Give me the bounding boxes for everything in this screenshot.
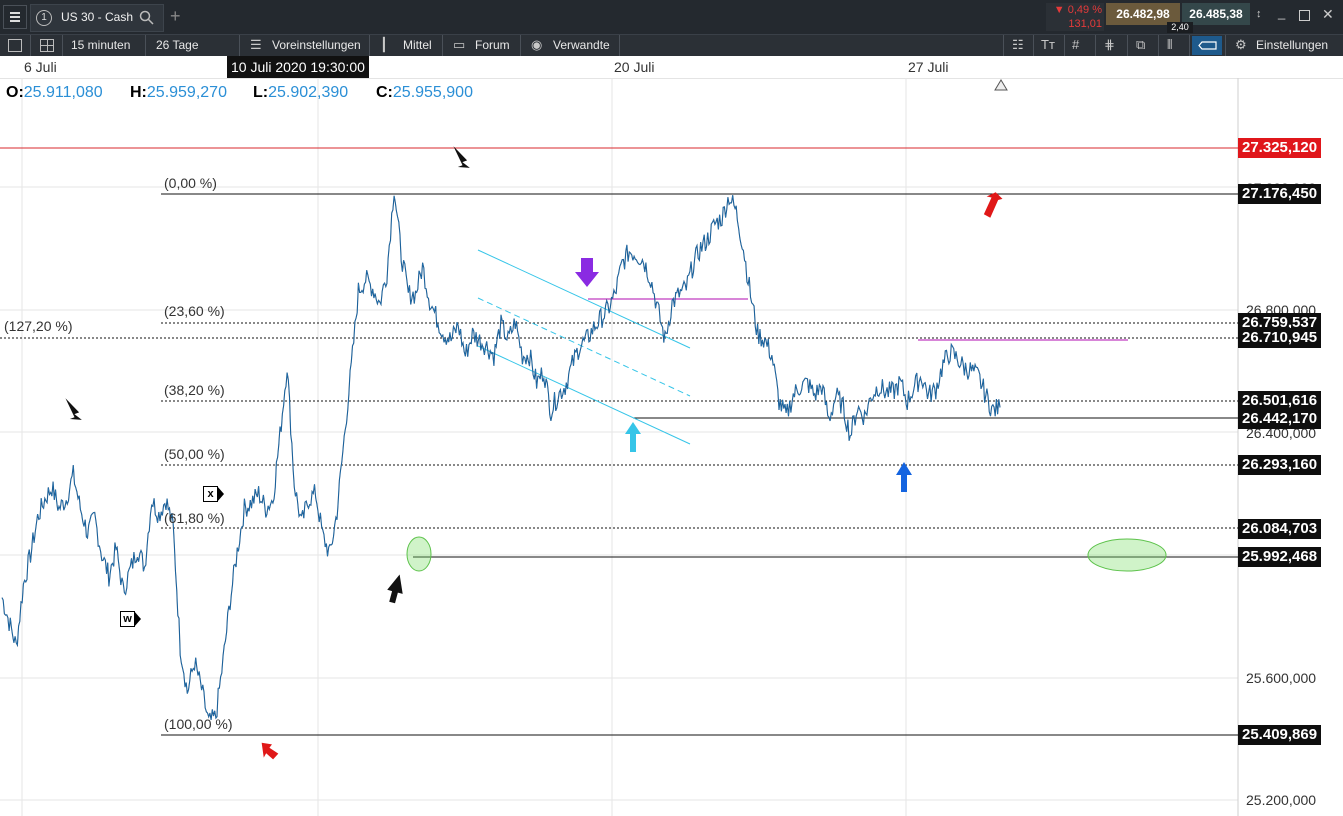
divider [1064, 35, 1065, 56]
presets-icon: ☰ [250, 37, 262, 52]
price-level-box[interactable]: 25.992,468 [1238, 547, 1322, 567]
date-label: 6 Juli [24, 59, 57, 75]
divider [1189, 35, 1190, 56]
price-level-box[interactable]: 27.176,450 [1238, 184, 1322, 204]
change-abs: 131,01 [1068, 18, 1102, 30]
date-label: 27 Juli [908, 59, 949, 75]
arrow-down-black [65, 398, 82, 420]
divider [239, 35, 240, 56]
divider [1225, 35, 1226, 56]
price-level-box[interactable]: 25.409,869 [1238, 725, 1322, 745]
instrument-label: US 30 - Cash [61, 10, 134, 24]
scroll-marker-icon [994, 79, 1008, 91]
wave-label-x[interactable]: x [203, 486, 218, 502]
forum-button[interactable]: Forum [475, 38, 510, 52]
arrow-down-purple [575, 258, 599, 287]
wave-label-pointer [217, 486, 224, 502]
divider [520, 35, 521, 56]
indicator-icon[interactable]: ⋕ [1104, 37, 1115, 53]
forum-icon: ▭ [453, 37, 466, 52]
ohlc-open: O:25.911,080 [6, 84, 103, 101]
search-icon[interactable] [139, 10, 154, 25]
label-tool-icon[interactable] [1192, 36, 1222, 55]
minimize-icon[interactable]: _ [1278, 5, 1285, 20]
arrow-up-black [387, 574, 403, 604]
divider [62, 35, 63, 56]
channel-lower-line[interactable] [477, 345, 691, 445]
wave-label-pointer [134, 611, 141, 627]
hamburger-icon[interactable] [3, 5, 27, 29]
spread-value: 2,40 [1167, 22, 1193, 33]
instrument-tab[interactable]: 1 US 30 - Cash [30, 4, 164, 32]
range-selector[interactable]: 26 Tage [156, 38, 199, 52]
target-zone-ellipse[interactable] [406, 536, 432, 572]
divider [442, 35, 443, 56]
fib-label: (38,20 %) [164, 382, 225, 398]
copy-icon[interactable]: ⧉ [1136, 37, 1145, 53]
fib-label: (61,80 %) [164, 510, 225, 526]
price-series-line [1, 195, 1001, 720]
price-level-box[interactable]: 27.325,120 [1238, 138, 1322, 158]
chart-toolbar: 15 minuten 26 Tage ☰ Voreinstellungen ┃ … [0, 34, 1343, 57]
divider [369, 35, 370, 56]
divider [619, 35, 620, 56]
layout-icon[interactable] [8, 39, 22, 52]
divider [1003, 35, 1004, 56]
fib-label: (50,00 %) [164, 446, 225, 462]
ohlc-high: H:25.959,270 [130, 84, 227, 101]
divider [1033, 35, 1034, 56]
arrow-up-red [261, 742, 279, 760]
interval-selector[interactable]: 15 minuten [71, 38, 130, 52]
wave-label-w[interactable]: w [120, 611, 135, 627]
extension-label: (127,20 %) [4, 318, 73, 334]
divider [1095, 35, 1096, 56]
fib-label: (23,60 %) [164, 303, 225, 319]
target-zone-ellipse[interactable] [1087, 538, 1167, 572]
ruler-icon[interactable]: ☷ [1012, 37, 1024, 53]
date-label: 20 Juli [614, 59, 655, 75]
y-axis-label: 25.200,000 [1246, 792, 1317, 808]
related-button[interactable]: Verwandte [553, 38, 610, 52]
price-level-box[interactable]: 26.442,170 [1238, 409, 1322, 429]
chart-style-icon: ┃ [380, 37, 388, 52]
divider [1127, 35, 1128, 56]
settings-button[interactable]: Einstellungen [1256, 38, 1328, 52]
close-icon[interactable]: ✕ [1322, 6, 1334, 23]
chart-style-button[interactable]: Mittel [403, 38, 432, 52]
top-bar: 1 US 30 - Cash + ▼ 0,49 % 131,01 26.482,… [0, 0, 1343, 34]
divider [1158, 35, 1159, 56]
crosshair-grid-icon[interactable]: # [1072, 37, 1079, 53]
arrow-up-cyan [625, 422, 641, 452]
ohlc-close: C:25.955,900 [376, 84, 473, 101]
arrange-icon[interactable]: ↕ [1256, 8, 1262, 20]
gear-icon: ⚙ [1235, 37, 1247, 52]
fib-label: (100,00 %) [164, 716, 233, 732]
divider [30, 35, 31, 56]
change-pct: ▼ 0,49 % [1053, 4, 1102, 16]
grid-layout-icon[interactable] [40, 39, 54, 52]
y-axis-label: 25.600,000 [1246, 670, 1317, 686]
cursor-date-label: 10 Juli 2020 19:30:00 [227, 56, 369, 78]
arrow-up-blue [896, 462, 912, 492]
plus-icon[interactable]: + [170, 6, 181, 27]
change-box: ▼ 0,49 % 131,01 [1046, 3, 1104, 31]
arrow-up-red [983, 192, 1003, 218]
divider [145, 35, 146, 56]
eye-icon: ◉ [531, 37, 543, 52]
ohlc-low: L:25.902,390 [253, 84, 349, 101]
restore-icon[interactable] [1299, 10, 1310, 21]
price-series-line-highlight [1, 195, 1001, 720]
price-level-box[interactable]: 26.084,703 [1238, 519, 1322, 539]
date-axis: 6 Juli 10 Juli 2020 19:30:00 20 Juli 27 … [0, 56, 1343, 79]
fib-label: (0,00 %) [164, 175, 217, 191]
price-level-box[interactable]: 26.710,945 [1238, 328, 1322, 348]
presets-button[interactable]: Voreinstellungen [272, 38, 361, 52]
price-series [1, 195, 1001, 720]
text-tool-icon[interactable]: Tт [1041, 37, 1055, 53]
candle-icon[interactable]: ⫴ [1167, 37, 1172, 53]
price-level-box[interactable]: 26.501,616 [1238, 391, 1322, 411]
price-level-box[interactable]: 26.293,160 [1238, 455, 1322, 475]
instrument-number-badge: 1 [36, 10, 52, 26]
channel-mid-line[interactable] [477, 297, 691, 397]
